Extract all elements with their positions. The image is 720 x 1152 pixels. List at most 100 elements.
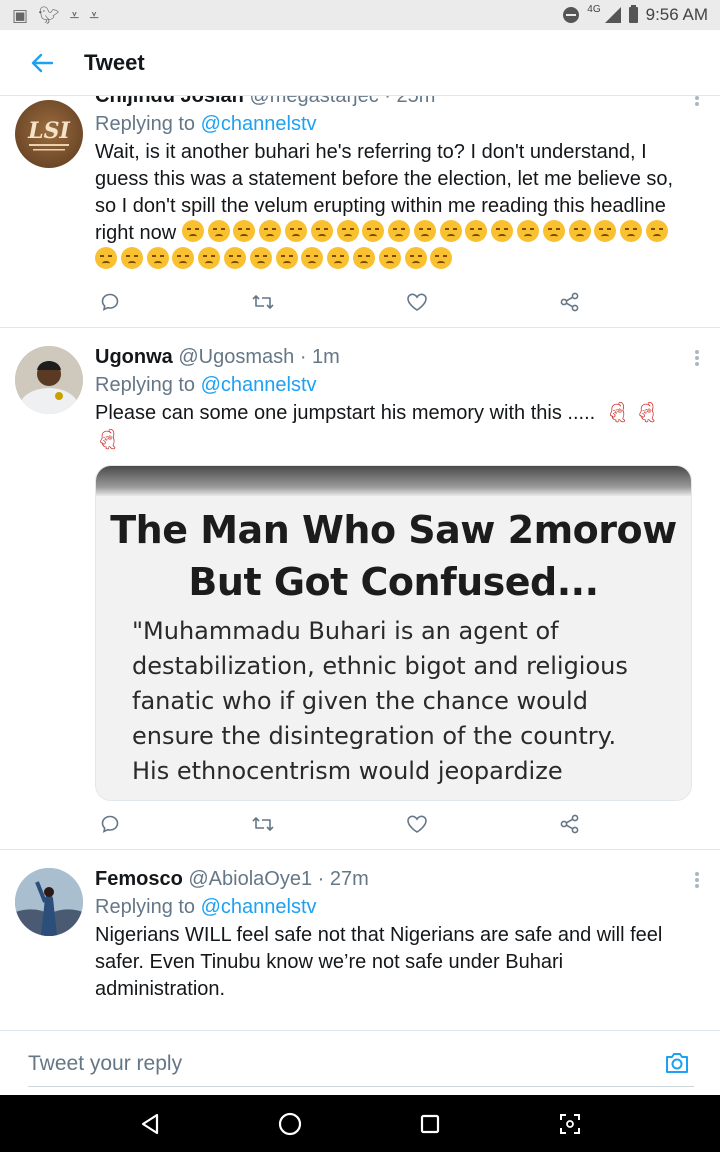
replying-to: Replying to @channelstv: [95, 893, 692, 921]
replying-to: Replying to @channelstv: [95, 110, 692, 138]
tweet-text: Nigerians WILL feel safe not that Nigeri…: [95, 924, 663, 1000]
angry-face-emoji: [465, 220, 488, 242]
quote-line: ensure the disintegration of the country…: [132, 722, 617, 750]
retweet-icon[interactable]: [248, 287, 278, 317]
author-name[interactable]: Chijindu Josiah: [95, 96, 244, 107]
page-title: Tweet: [84, 49, 145, 75]
reply-icon[interactable]: [95, 287, 125, 317]
share-icon[interactable]: [555, 809, 585, 839]
tweet-item[interactable]: LSI Chijindu Josiah @megastarjec · 25m R…: [0, 96, 720, 328]
square-recents-icon: [420, 1114, 440, 1133]
mention-link[interactable]: @channelstv: [201, 374, 317, 396]
avatar[interactable]: LSI: [15, 100, 83, 168]
replying-prefix: Replying to: [95, 374, 196, 396]
screenshot-icon: [560, 1113, 580, 1134]
angry-face-emoji: [172, 247, 195, 269]
author-name[interactable]: Femosco: [95, 868, 183, 890]
do-not-disturb-icon: [563, 7, 580, 23]
tweet-author-line: Ugonwa @Ugosmash · 1m: [95, 343, 692, 371]
angry-face-emoji: [181, 220, 204, 242]
more-options-icon[interactable]: [692, 96, 702, 108]
angry-face-emoji: [378, 247, 401, 269]
angry-face-emoji: [646, 220, 669, 242]
angry-face-emoji: [327, 247, 350, 269]
angry-face-emoji: [146, 247, 169, 269]
dancer-emoji: 💃︎: [95, 429, 121, 451]
emoji-run: [95, 220, 672, 271]
camera-icon[interactable]: [664, 1051, 692, 1079]
angry-face-emoji: [275, 247, 298, 269]
angry-face-emoji: [542, 220, 565, 242]
app-header: Tweet: [0, 30, 720, 96]
tweet-item[interactable]: Femosco @AbiolaOye1 · 27m Replying to @c…: [0, 850, 720, 1030]
network-type: 4G: [587, 3, 601, 15]
angry-face-emoji: [301, 247, 324, 269]
angry-face-emoji: [352, 247, 375, 269]
share-icon[interactable]: [555, 287, 585, 317]
tweet-media-image[interactable]: The Man Who Saw 2morow But Got Confused.…: [95, 465, 692, 801]
back-arrow-icon: [31, 53, 53, 72]
tweet-text: Wait, is it another buhari he's referrin…: [95, 139, 692, 274]
download-done-icon: ⩡: [69, 5, 80, 25]
retweet-icon[interactable]: [248, 809, 278, 839]
more-options-icon[interactable]: [692, 870, 702, 890]
quote-line: fanatic who if given the chance would: [132, 687, 588, 715]
avatar[interactable]: [15, 868, 83, 936]
author-handle[interactable]: @Ugosmash: [178, 346, 294, 368]
dancer-emoji: 💃︎: [604, 402, 631, 424]
gallery-notification-icon: ▣: [12, 5, 29, 25]
notification-icons: ▣ 🐦︎ ⩡ ⩡: [12, 7, 99, 24]
nav-home-button[interactable]: [270, 1104, 310, 1144]
angry-face-emoji: [223, 247, 246, 269]
like-icon[interactable]: [402, 287, 432, 317]
image-headline-1: The Man Who Saw 2morow: [110, 508, 677, 552]
angry-face-emoji: [284, 220, 307, 242]
dancer-emoji: 💃︎: [634, 402, 660, 424]
tweet-time: · 27m: [317, 868, 369, 890]
replying-to: Replying to @channelstv: [95, 371, 692, 399]
nav-screenshot-button[interactable]: [550, 1104, 590, 1144]
angry-face-emoji: [517, 220, 540, 242]
angry-face-emoji: [198, 247, 221, 269]
nav-recents-button[interactable]: [410, 1104, 450, 1144]
angry-face-emoji: [249, 247, 272, 269]
tweet-author-line: Femosco @AbiolaOye1 · 27m: [95, 865, 692, 893]
replying-prefix: Replying to: [95, 896, 196, 918]
reply-icon[interactable]: [95, 809, 125, 839]
angry-face-emoji: [120, 247, 143, 269]
triangle-back-icon: [141, 1113, 159, 1134]
tweet-author-line: Chijindu Josiah @megastarjec · 25m: [95, 96, 692, 110]
tweet-text-body: Please can some one jumpstart his memory…: [95, 402, 596, 424]
angry-face-emoji: [207, 220, 230, 242]
tweet-text: Please can some one jumpstart his memory…: [95, 400, 680, 454]
angry-face-emoji: [620, 220, 643, 242]
signal-icon: [604, 7, 621, 23]
angry-face-emoji: [491, 220, 514, 242]
avatar-logo-text: LSI: [27, 118, 70, 144]
quote-line: destabilization, ethnic bigot and religi…: [132, 652, 628, 680]
angry-face-emoji: [413, 220, 436, 242]
nav-back-button[interactable]: [130, 1104, 170, 1144]
twitter-notification-icon: 🐦︎: [38, 5, 60, 25]
mention-link[interactable]: @channelstv: [201, 896, 317, 918]
system-nav-bar: [0, 1095, 720, 1152]
angry-face-emoji: [336, 220, 359, 242]
back-button[interactable]: [0, 30, 84, 96]
status-bar: ▣ 🐦︎ ⩡ ⩡ 4G 9:56 AM: [0, 0, 720, 30]
tweet-item[interactable]: Ugonwa @Ugosmash · 1m Replying to @chann…: [0, 328, 720, 850]
angry-face-emoji: [362, 220, 385, 242]
angry-face-emoji: [95, 247, 117, 269]
author-handle[interactable]: @megastarjec: [249, 96, 378, 107]
more-options-icon[interactable]: [692, 348, 702, 368]
mention-link[interactable]: @channelstv: [201, 113, 317, 135]
angry-face-emoji: [594, 220, 617, 242]
battery-icon: [628, 5, 638, 23]
download-done-icon-2: ⩡: [89, 5, 99, 25]
angry-face-emoji: [233, 220, 256, 242]
like-icon[interactable]: [402, 809, 432, 839]
reply-input[interactable]: [28, 1041, 694, 1087]
avatar[interactable]: [15, 346, 83, 414]
author-handle[interactable]: @AbiolaOye1: [188, 868, 312, 890]
reply-feed[interactable]: LSI Chijindu Josiah @megastarjec · 25m R…: [0, 96, 720, 1030]
author-name[interactable]: Ugonwa: [95, 346, 173, 368]
